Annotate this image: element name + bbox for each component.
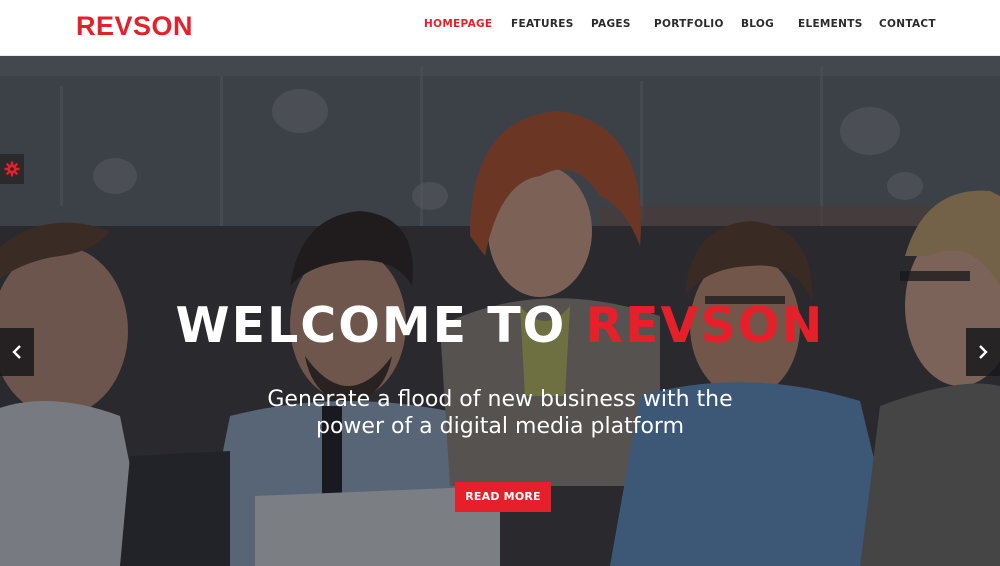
- site-header: REVSON HOMEPAGE FEATURES PAGES PORTFOLIO…: [0, 0, 1000, 56]
- hero-title: WELCOME TO REVSON: [0, 294, 1000, 358]
- hero-subtitle: Generate a flood of new business with th…: [0, 386, 1000, 440]
- hero-title-prefix: WELCOME TO: [175, 297, 567, 354]
- nav-item-pages[interactable]: PAGES: [591, 18, 631, 30]
- nav-item-elements[interactable]: ELEMENTS: [798, 18, 863, 30]
- nav-item-homepage[interactable]: HOMEPAGE: [424, 18, 492, 30]
- nav-item-contact[interactable]: CONTACT: [879, 18, 936, 30]
- site-logo[interactable]: REVSON: [76, 10, 193, 42]
- hero-title-highlight: REVSON: [585, 297, 825, 354]
- hero-subtitle-line2: power of a digital media platform: [315, 414, 685, 439]
- read-more-button[interactable]: READ MORE: [455, 482, 551, 512]
- nav-item-blog[interactable]: BLOG: [741, 18, 774, 30]
- nav-item-portfolio[interactable]: PORTFOLIO: [654, 18, 724, 30]
- hero-slider: WELCOME TO REVSON Generate a flood of ne…: [0, 56, 1000, 566]
- hero-subtitle-line1: Generate a flood of new business with th…: [267, 387, 733, 412]
- settings-toggle[interactable]: [0, 154, 24, 184]
- nav-item-features[interactable]: FEATURES: [511, 18, 574, 30]
- gear-icon: [4, 161, 20, 177]
